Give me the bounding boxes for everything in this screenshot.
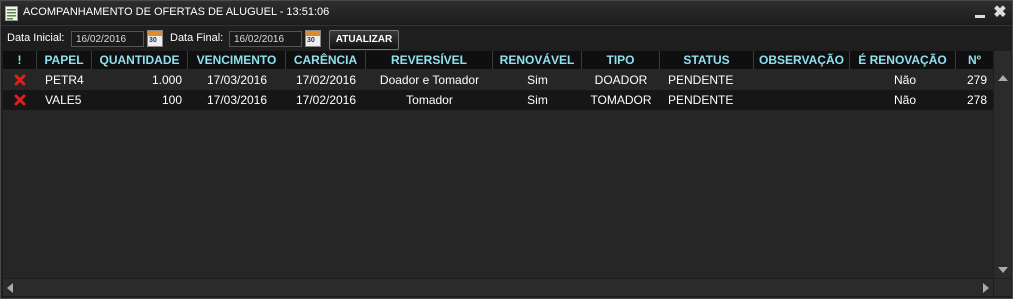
cell-quantidade: 1.000 [151, 73, 182, 87]
start-date-input[interactable]: 16/02/2016 [71, 31, 144, 47]
cell-e-renovacao: Não [893, 93, 916, 107]
table-row[interactable]: VALE5 100 17/03/2016 17/02/2016 Tomador … [3, 90, 993, 110]
cell-renovavel: Sim [527, 73, 548, 87]
arrow-left-icon[interactable] [7, 283, 13, 293]
minimize-icon[interactable] [973, 6, 987, 20]
end-date-label: Data Final: [170, 32, 224, 44]
cell-carencia: 17/02/2016 [295, 73, 357, 87]
cell-quantidade: 100 [161, 93, 182, 107]
calendar-icon[interactable]: 30 [305, 30, 321, 47]
column-header-carencia[interactable]: CARÊNCIA [286, 51, 366, 69]
cell-status: PENDENTE [668, 73, 734, 87]
cell-numero: 278 [966, 93, 987, 107]
calendar-icon[interactable]: 30 [147, 30, 163, 47]
cell-papel: VALE5 [45, 93, 82, 107]
refresh-button[interactable]: ATUALIZAR [329, 30, 399, 50]
cell-carencia: 17/02/2016 [295, 93, 357, 107]
column-header-alert[interactable]: ! [3, 51, 37, 69]
cancel-icon[interactable] [14, 94, 26, 106]
cell-renovavel: Sim [527, 93, 548, 107]
cell-vencimento: 17/03/2016 [206, 73, 268, 87]
cell-e-renovacao: Não [893, 73, 916, 87]
cell-reversivel: Doador e Tomador [379, 73, 480, 87]
arrow-up-icon [998, 75, 1008, 81]
scrollbar-corner [994, 279, 1011, 296]
column-header-papel[interactable]: PAPEL [37, 51, 92, 69]
column-header-quantidade[interactable]: QUANTIDADE [92, 51, 188, 69]
cell-observacao [754, 70, 850, 90]
scroll-up-button[interactable] [994, 69, 1011, 86]
offers-table: ! PAPEL QUANTIDADE VENCIMENTO CARÊNCIA R… [3, 51, 993, 278]
cell-observacao [754, 90, 850, 110]
title-bar[interactable]: ACOMPANHAMENTO DE OFERTAS DE ALUGUEL - 1… [1, 1, 1012, 26]
arrow-down-icon [998, 267, 1008, 273]
column-header-observacao[interactable]: OBSERVAÇÃO [754, 51, 850, 69]
vertical-scrollbar[interactable] [994, 51, 1011, 278]
column-header-vencimento[interactable]: VENCIMENTO [188, 51, 286, 69]
cell-status: PENDENTE [668, 93, 734, 107]
table-row[interactable]: PETR4 1.000 17/03/2016 17/02/2016 Doador… [3, 70, 993, 90]
column-header-e-renovacao[interactable]: É RENOVAÇÃO [850, 51, 956, 69]
calendar-day: 30 [149, 37, 157, 44]
cell-numero: 279 [966, 73, 987, 87]
table-header: ! PAPEL QUANTIDADE VENCIMENTO CARÊNCIA R… [3, 51, 993, 69]
column-header-numero[interactable]: Nº [956, 51, 993, 69]
cell-tipo: TOMADOR [590, 93, 652, 107]
start-date-label: Data Inicial: [7, 32, 65, 44]
arrow-right-icon[interactable] [983, 283, 989, 293]
horizontal-scrollbar[interactable] [3, 279, 993, 296]
end-date-input[interactable]: 16/02/2016 [229, 31, 302, 47]
filter-bar: Data Inicial: 16/02/2016 30 Data Final: … [1, 26, 1012, 50]
column-header-reversivel[interactable]: REVERSÍVEL [366, 51, 493, 69]
cell-papel: PETR4 [45, 73, 84, 87]
scroll-down-button[interactable] [994, 261, 1011, 278]
cell-vencimento: 17/03/2016 [206, 93, 268, 107]
window-title: ACOMPANHAMENTO DE OFERTAS DE ALUGUEL - 1… [23, 6, 330, 18]
document-icon [5, 6, 18, 21]
column-header-tipo[interactable]: TIPO [582, 51, 660, 69]
column-header-status[interactable]: STATUS [660, 51, 754, 69]
cell-tipo: DOADOR [594, 73, 648, 87]
cell-reversivel: Tomador [406, 93, 453, 107]
column-header-renovavel[interactable]: RENOVÁVEL [493, 51, 582, 69]
close-icon[interactable]: ✖ [993, 5, 1007, 21]
rental-offers-window: ACOMPANHAMENTO DE OFERTAS DE ALUGUEL - 1… [0, 0, 1013, 299]
cancel-icon[interactable] [14, 74, 26, 86]
calendar-day: 30 [307, 37, 315, 44]
